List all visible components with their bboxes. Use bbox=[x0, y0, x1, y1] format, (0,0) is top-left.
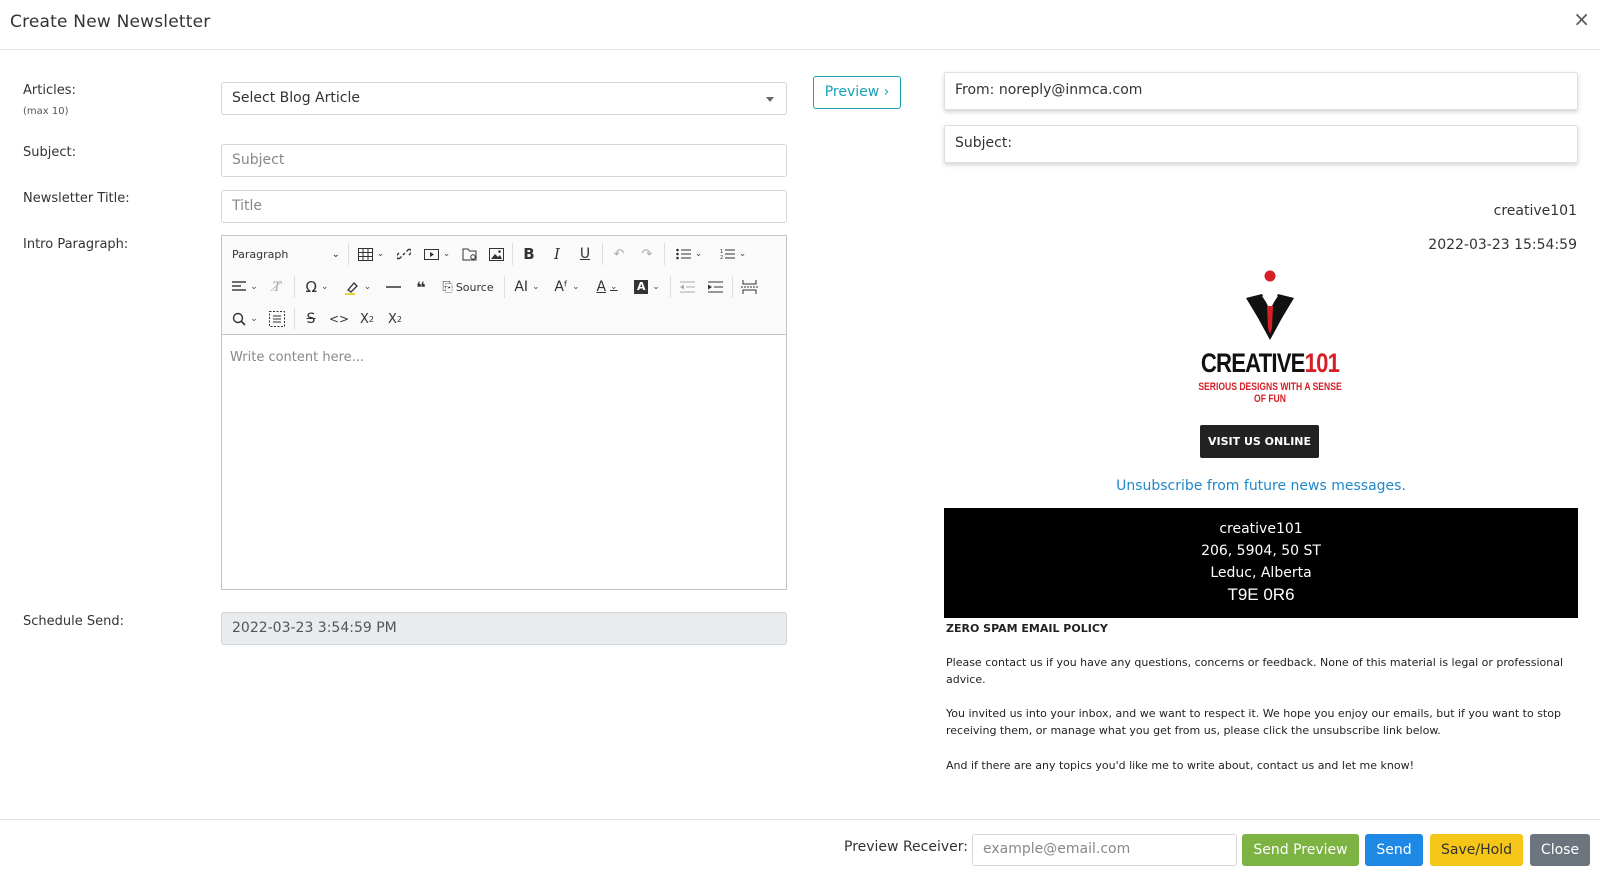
bullet-list-icon[interactable]: ⌄ bbox=[670, 243, 708, 265]
schedule-send-input[interactable]: 2022-03-23 3:54:59 PM bbox=[221, 612, 787, 645]
send-button[interactable]: Send bbox=[1365, 834, 1423, 866]
tuxedo-logo-icon bbox=[1246, 270, 1294, 340]
underline-icon[interactable]: U bbox=[574, 243, 596, 265]
address-line: 206, 5904, 50 ST bbox=[1201, 543, 1321, 559]
subject-label: Subject: bbox=[23, 145, 76, 160]
horizontal-line-icon[interactable] bbox=[382, 276, 404, 298]
logo-word-red: 101 bbox=[1304, 348, 1340, 378]
articles-sublabel: (max 10) bbox=[23, 106, 69, 117]
image-icon[interactable] bbox=[486, 243, 506, 265]
align-icon[interactable]: ⌄ bbox=[228, 276, 262, 298]
chevron-down-icon bbox=[766, 97, 774, 102]
preview-receiver-input[interactable]: example@email.com bbox=[972, 834, 1237, 866]
font-family-icon[interactable]: Aᶠ ⌄ bbox=[550, 276, 584, 298]
address-line: creative101 bbox=[1219, 521, 1303, 537]
special-char-icon[interactable]: Ω ⌄ bbox=[300, 276, 334, 298]
page-break-icon[interactable] bbox=[738, 276, 760, 298]
strikethrough-icon[interactable]: S bbox=[300, 308, 322, 330]
address-line: Leduc, Alberta bbox=[1210, 565, 1312, 581]
toolbar-divider bbox=[348, 243, 349, 265]
source-icon: ⎘ bbox=[442, 279, 453, 295]
toolbar-divider bbox=[294, 276, 295, 298]
source-button[interactable]: ⎘ Source bbox=[438, 276, 498, 298]
find-replace-icon[interactable]: ⌄ bbox=[228, 308, 262, 330]
editor-content-area[interactable]: Write content here... bbox=[230, 350, 364, 365]
toolbar-divider bbox=[512, 243, 513, 265]
toolbar-divider bbox=[670, 276, 671, 298]
policy-title: ZERO SPAM EMAIL POLICY bbox=[946, 622, 1108, 635]
logo-word-black: CREATIVE bbox=[1200, 348, 1306, 378]
preview-subject-box: Subject: bbox=[944, 125, 1578, 163]
paragraph-format-label: Paragraph bbox=[232, 247, 289, 261]
address-block: creative101 206, 5904, 50 ST Leduc, Albe… bbox=[944, 508, 1578, 618]
italic-icon[interactable]: I bbox=[546, 243, 568, 265]
code-icon[interactable]: <> bbox=[328, 308, 350, 330]
editor-toolbar: Paragraph ⌄ ⌄ ⌄ B I U ↶ ↷ ⌄ 1 2 ⌄ ⌄ T̸ Ω… bbox=[222, 236, 786, 335]
chevron-down-icon: ⌄ bbox=[331, 248, 340, 260]
font-color-icon[interactable]: A ⌄ bbox=[590, 276, 624, 298]
numbered-list-icon[interactable]: 1 2 ⌄ bbox=[714, 243, 752, 265]
unsubscribe-link[interactable]: Unsubscribe from future news messages. bbox=[944, 478, 1578, 494]
modal-footer bbox=[0, 819, 1600, 888]
send-preview-button[interactable]: Send Preview bbox=[1242, 834, 1359, 866]
preview-button[interactable]: Preview › bbox=[813, 76, 901, 109]
rich-text-editor: Paragraph ⌄ ⌄ ⌄ B I U ↶ ↷ ⌄ 1 2 ⌄ ⌄ T̸ Ω… bbox=[221, 235, 787, 590]
preview-sender: creative101 bbox=[1493, 203, 1577, 219]
intro-paragraph-label: Intro Paragraph: bbox=[23, 237, 129, 252]
blockquote-icon[interactable]: ❝ bbox=[410, 276, 432, 298]
save-hold-button[interactable]: Save/Hold bbox=[1430, 834, 1523, 866]
toolbar-divider bbox=[732, 276, 733, 298]
media-icon[interactable]: ⌄ bbox=[420, 243, 454, 265]
toolbar-divider bbox=[294, 308, 295, 330]
file-icon[interactable] bbox=[460, 243, 480, 265]
preview-receiver-label: Preview Receiver: bbox=[844, 839, 968, 855]
select-all-icon[interactable] bbox=[266, 308, 288, 330]
highlight-icon[interactable]: ⌄ bbox=[340, 276, 376, 298]
preview-datetime: 2022-03-23 15:54:59 bbox=[1428, 237, 1577, 253]
undo-icon[interactable]: ↶ bbox=[608, 243, 630, 265]
svg-text:2: 2 bbox=[720, 255, 723, 260]
subject-input[interactable]: Subject bbox=[221, 144, 787, 177]
modal-header: Create New Newsletter × bbox=[0, 0, 1600, 50]
redo-icon[interactable]: ↷ bbox=[636, 243, 658, 265]
bg-color-icon[interactable]: A ⌄ bbox=[630, 276, 664, 298]
newsletter-title-input[interactable]: Title bbox=[221, 190, 787, 223]
superscript-icon[interactable]: X2 bbox=[384, 308, 406, 330]
indent-icon[interactable] bbox=[704, 276, 726, 298]
table-icon[interactable]: ⌄ bbox=[354, 243, 388, 265]
outdent-icon[interactable] bbox=[676, 276, 698, 298]
policy-paragraph: Please contact us if you have any questi… bbox=[946, 656, 1564, 686]
bold-icon[interactable]: B bbox=[518, 243, 540, 265]
creative101-logo: CREATIVE101 SERIOUS DESIGNS WITH A SENSE… bbox=[1170, 268, 1370, 405]
schedule-send-label: Schedule Send: bbox=[23, 614, 124, 629]
logo-tagline: SERIOUS DESIGNS WITH A SENSE OF FUN bbox=[1198, 381, 1342, 405]
source-label: Source bbox=[455, 280, 494, 294]
articles-select[interactable]: Select Blog Article bbox=[221, 82, 787, 115]
clear-format-icon[interactable]: T̸ bbox=[266, 276, 288, 298]
paragraph-format-select[interactable]: Paragraph ⌄ bbox=[232, 244, 340, 264]
link-icon[interactable] bbox=[394, 243, 414, 265]
policy-paragraph: And if there are any topics you'd like m… bbox=[946, 759, 1414, 772]
subscript-icon[interactable]: X2 bbox=[356, 308, 378, 330]
toolbar-divider bbox=[602, 243, 603, 265]
close-button[interactable]: Close bbox=[1530, 834, 1590, 866]
policy-paragraph: You invited us into your inbox, and we w… bbox=[946, 707, 1561, 737]
newsletter-title-label: Newsletter Title: bbox=[23, 191, 130, 206]
visit-us-online-button[interactable]: VISIT US ONLINE bbox=[1200, 425, 1319, 458]
address-postal: T9E 0R6 bbox=[1227, 585, 1295, 604]
modal-title: Create New Newsletter bbox=[10, 12, 211, 32]
font-size-icon[interactable]: AI ⌄ bbox=[510, 276, 544, 298]
articles-select-value: Select Blog Article bbox=[232, 90, 360, 106]
articles-label: Articles: bbox=[23, 83, 76, 98]
toolbar-divider bbox=[664, 243, 665, 265]
preview-from-box: From: noreply@inmca.com bbox=[944, 72, 1578, 110]
toolbar-divider bbox=[504, 276, 505, 298]
logo-wordmark: CREATIVE101 bbox=[1188, 348, 1352, 379]
close-icon[interactable]: × bbox=[1573, 9, 1590, 29]
